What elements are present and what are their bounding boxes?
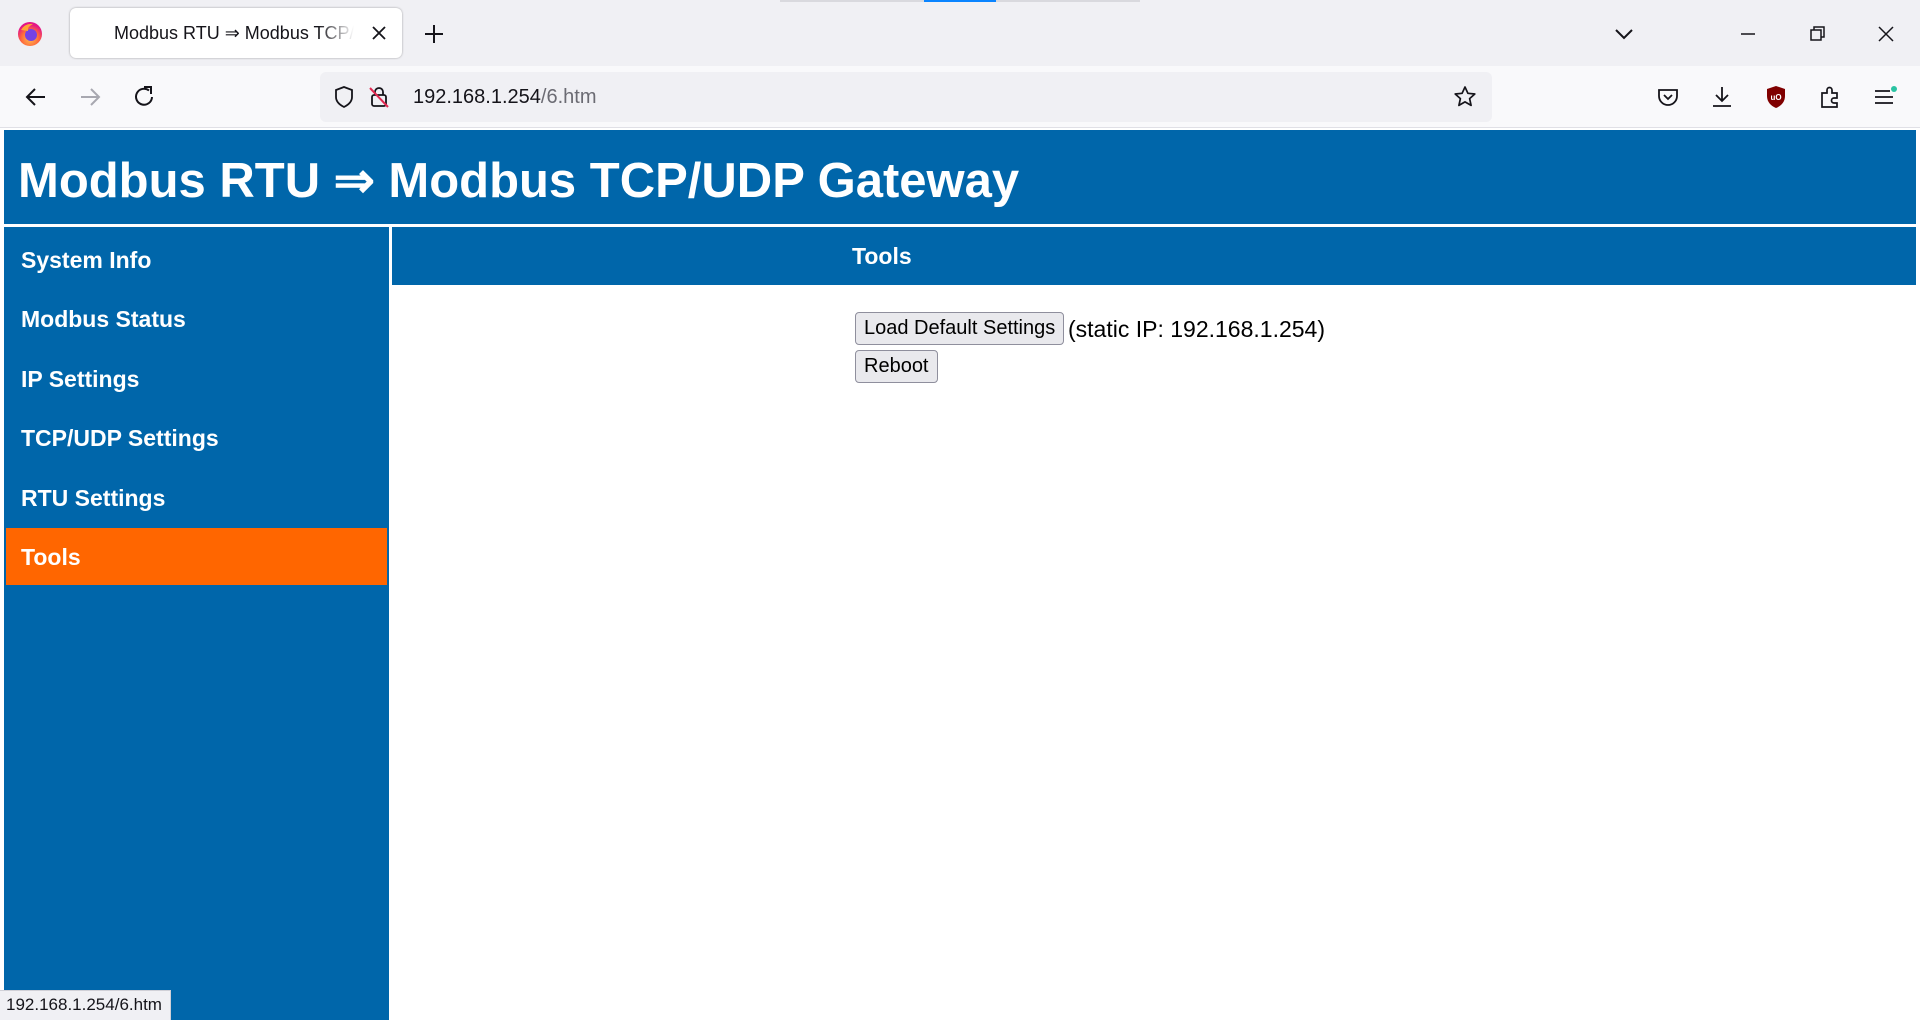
tab-title: Modbus RTU ⇒ Modbus TCP/UDP Gateway [114, 23, 354, 43]
sidebar: System Info Modbus Status IP Settings TC… [4, 227, 389, 1020]
status-bar-url: 192.168.1.254/6.htm [0, 990, 171, 1020]
section-title: Tools [852, 243, 912, 269]
svg-text:uO: uO [1770, 93, 1781, 102]
sidebar-item-modbus-status[interactable]: Modbus Status [6, 290, 387, 347]
static-ip-note: (static IP: 192.168.1.254) [1068, 316, 1325, 342]
sidebar-item-label: Tools [21, 544, 81, 570]
page-title: Modbus RTU ⇒ Modbus TCP/UDP Gateway [18, 154, 1020, 208]
reload-icon[interactable] [130, 83, 158, 111]
url-host: 192.168.1.254 [413, 86, 541, 108]
sidebar-item-label: System Info [21, 247, 152, 273]
close-icon[interactable] [370, 24, 388, 42]
page-banner: Modbus RTU ⇒ Modbus TCP/UDP Gateway [4, 130, 1916, 224]
ublock-icon[interactable]: uO [1762, 83, 1790, 111]
sidebar-item-label: Modbus Status [21, 306, 186, 332]
minimize-icon[interactable] [1734, 20, 1762, 48]
back-icon[interactable] [22, 83, 50, 111]
section-header: Tools [392, 227, 1916, 285]
sidebar-item-label: TCP/UDP Settings [21, 425, 219, 451]
menu-icon[interactable] [1870, 83, 1898, 111]
download-icon[interactable] [1708, 83, 1736, 111]
active-tab[interactable]: Modbus RTU ⇒ Modbus TCP/UDP Gateway [70, 8, 402, 58]
extensions-icon[interactable] [1816, 83, 1844, 111]
nav-bar: 192.168.1.254/6.htm uO [0, 66, 1920, 128]
sidebar-item-label: RTU Settings [21, 485, 166, 511]
sidebar-item-system-info[interactable]: System Info [6, 231, 387, 288]
page-content: Modbus RTU ⇒ Modbus TCP/UDP Gateway Syst… [0, 128, 1920, 1020]
restore-icon[interactable] [1803, 20, 1831, 48]
pocket-icon[interactable] [1654, 83, 1682, 111]
url-bar[interactable]: 192.168.1.254/6.htm [320, 72, 1492, 122]
chevron-down-icon[interactable] [1610, 20, 1638, 48]
url-path: /6.htm [540, 86, 597, 108]
tab-bar: Modbus RTU ⇒ Modbus TCP/UDP Gateway [0, 0, 1920, 66]
plus-icon[interactable] [420, 20, 448, 48]
tab-strip-accent [924, 0, 996, 2]
sidebar-item-rtu-settings[interactable]: RTU Settings [6, 469, 387, 526]
shield-icon[interactable] [330, 83, 358, 111]
sidebar-item-ip-settings[interactable]: IP Settings [6, 350, 387, 407]
insecure-lock-icon[interactable] [365, 83, 393, 111]
url-text[interactable]: 192.168.1.254/6.htm [413, 86, 596, 109]
sidebar-item-label: IP Settings [21, 366, 140, 392]
firefox-icon[interactable] [17, 21, 43, 47]
star-icon[interactable] [1451, 83, 1479, 111]
reboot-button[interactable]: Reboot [855, 350, 938, 383]
sidebar-item-tcp-udp-settings[interactable]: TCP/UDP Settings [6, 409, 387, 466]
close-window-icon[interactable] [1872, 20, 1900, 48]
load-default-settings-button[interactable]: Load Default Settings [855, 312, 1065, 345]
sidebar-item-tools[interactable]: Tools [6, 528, 387, 585]
forward-icon[interactable] [76, 83, 104, 111]
